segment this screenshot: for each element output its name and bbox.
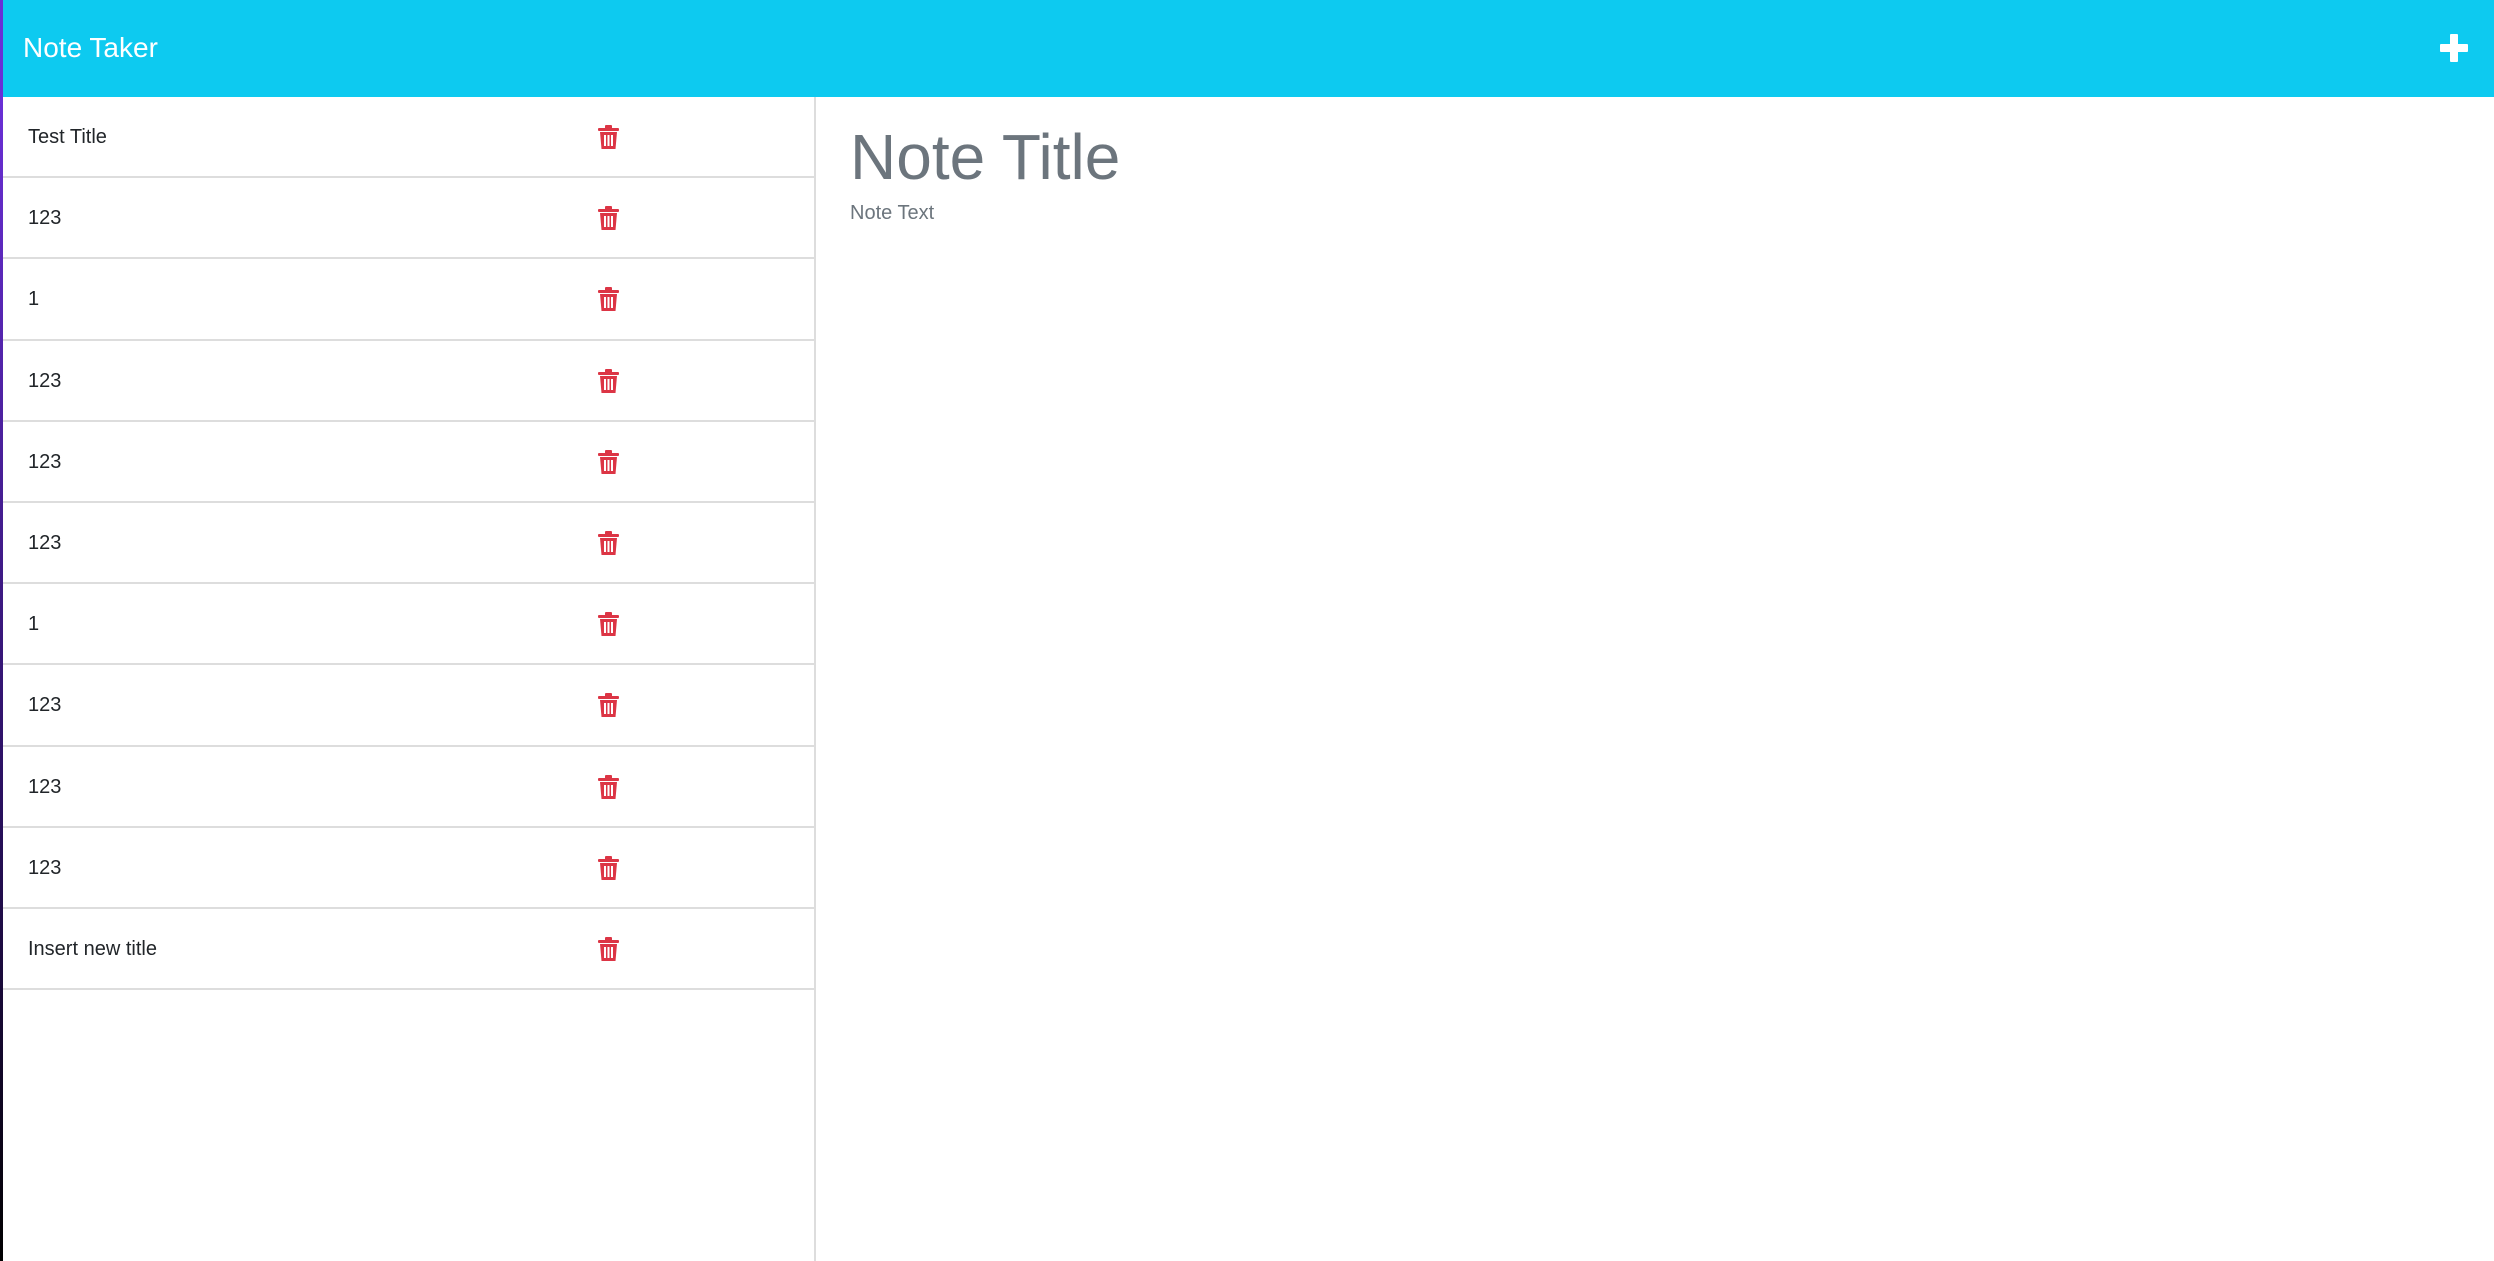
plus-icon [2440,34,2468,62]
delete-note-button[interactable] [594,446,622,478]
note-item[interactable]: 123 [3,422,814,503]
note-title-input[interactable] [850,117,2350,197]
new-note-button[interactable] [2426,20,2482,76]
note-item[interactable]: 123 [3,503,814,585]
note-title: 1 [28,613,40,636]
note-item[interactable]: 1 [3,259,814,341]
note-title: 123 [28,775,62,798]
delete-note-button[interactable] [594,121,622,153]
note-item[interactable]: Test Title [3,97,814,179]
trash-icon [597,368,619,393]
trash-icon [597,287,619,312]
delete-note-button[interactable] [594,608,622,640]
note-item[interactable]: 123 [3,341,814,422]
note-item[interactable]: 1 [3,584,814,666]
navbar: Note Taker [0,0,2494,97]
delete-note-button[interactable] [594,852,622,884]
note-title: 123 [28,450,62,473]
note-title: 123 [28,856,62,879]
note-item[interactable]: 123 [3,828,814,909]
note-item[interactable]: 123 [3,747,814,828]
trash-icon [597,693,619,718]
note-title: 123 [28,531,62,554]
note-title: 123 [28,694,62,717]
note-title: 123 [28,207,62,230]
trash-icon [597,125,619,149]
note-text-input[interactable] [850,199,2350,1199]
note-item[interactable]: 123 [3,178,814,260]
trash-icon [597,774,619,799]
trash-icon [597,855,619,880]
delete-note-button[interactable] [594,933,622,965]
delete-note-button[interactable] [594,527,622,559]
note-title: 1 [28,288,40,311]
delete-note-button[interactable] [594,771,622,803]
delete-note-button[interactable] [594,283,622,315]
trash-icon [597,936,619,961]
app-title: Note Taker [23,32,158,63]
note-title: Test Title [28,126,107,148]
delete-note-button[interactable] [594,202,622,234]
trash-icon [597,612,619,637]
note-item[interactable]: Insert new title [3,909,814,991]
note-list-panel: Test Title 123 1 123 123 123 1 123 123 1… [3,97,816,1261]
note-title: 123 [28,369,62,392]
trash-icon [597,449,619,474]
delete-note-button[interactable] [594,689,622,721]
trash-icon [597,206,619,231]
note-item[interactable]: 123 [3,665,814,747]
note-editor [816,97,2494,1261]
note-list: Test Title 123 1 123 123 123 1 123 123 1… [3,97,814,991]
delete-note-button[interactable] [594,365,622,397]
trash-icon [597,530,619,555]
note-title: Insert new title [28,937,157,960]
